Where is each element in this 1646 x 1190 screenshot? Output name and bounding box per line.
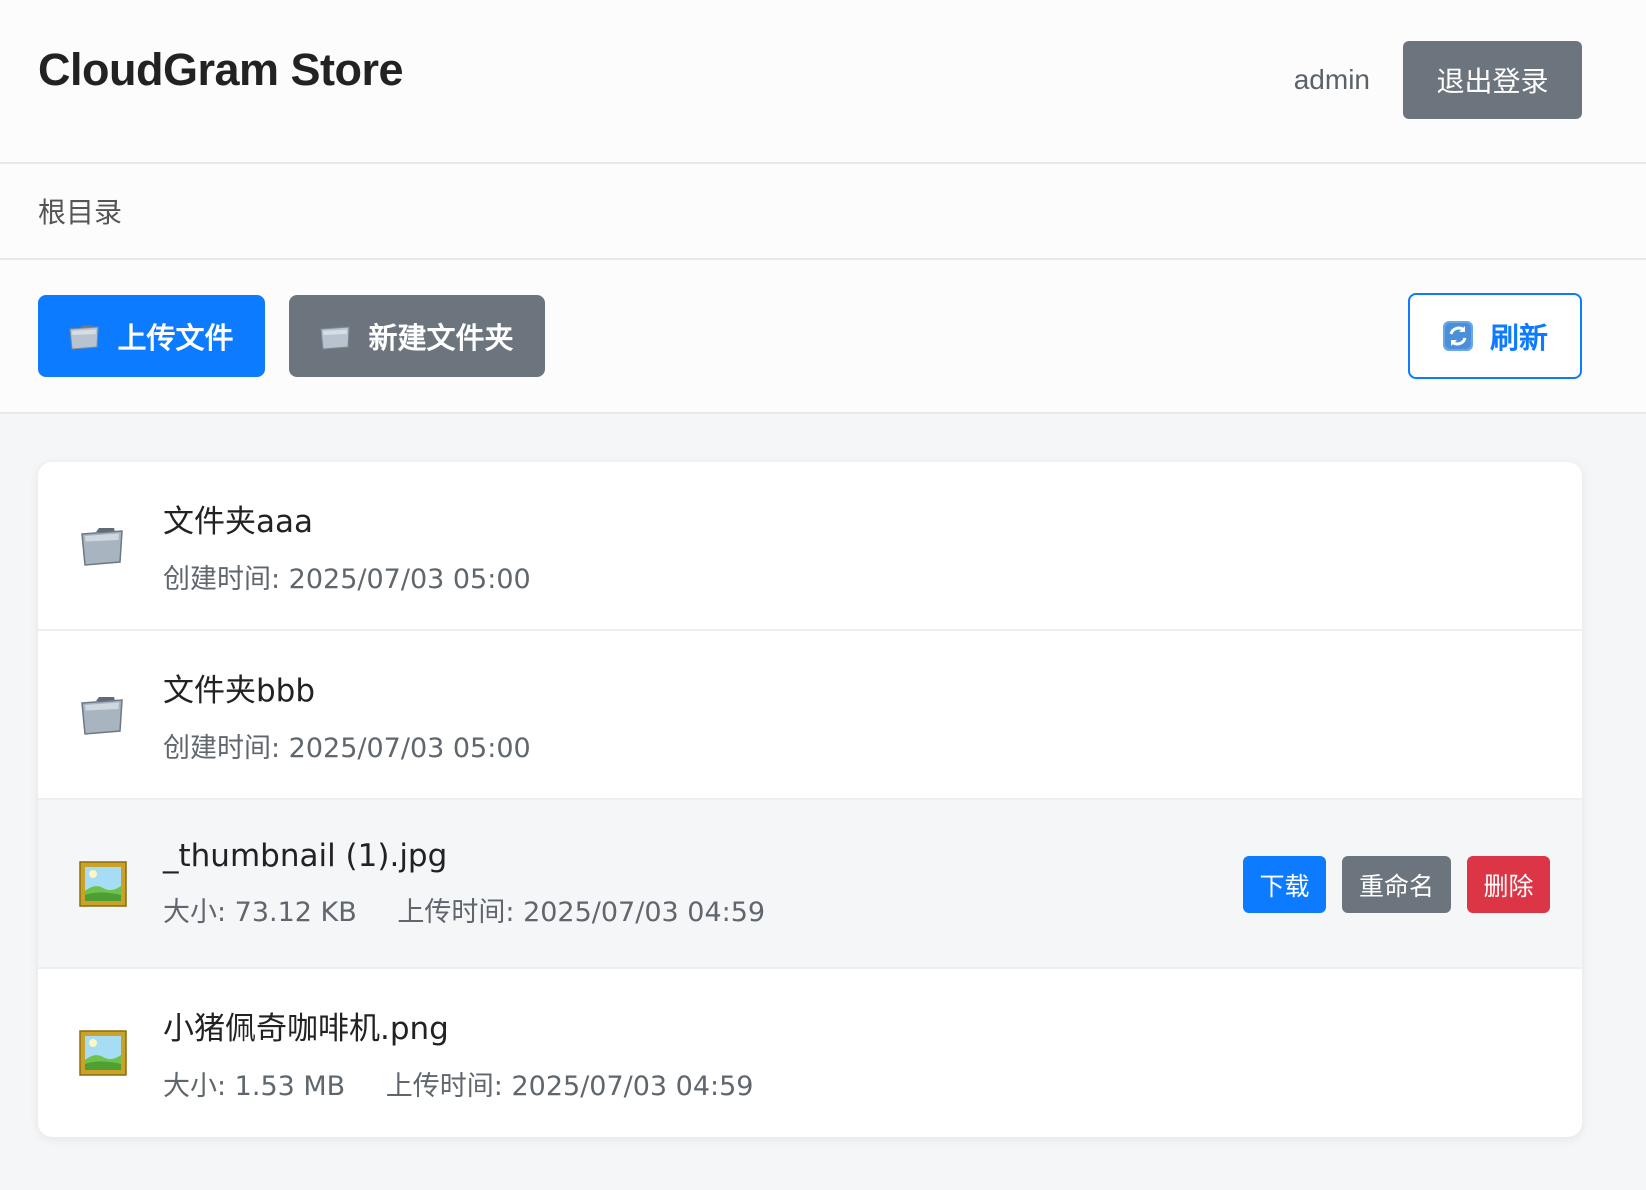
breadcrumb-bar: 根目录 — [0, 164, 1646, 260]
upload-button[interactable]: 上传文件 — [38, 295, 265, 377]
list-item-folder[interactable]: 文件夹aaa 创建时间: 2025/07/03 05:00 — [38, 462, 1582, 631]
image-icon — [78, 1028, 128, 1078]
logout-button[interactable]: 退出登录 — [1403, 41, 1582, 119]
folder-icon — [78, 521, 128, 571]
new-folder-label: 新建文件夹 — [368, 321, 514, 355]
item-meta: 大小: 1.53 MB 上传时间: 2025/07/03 04:59 — [163, 1064, 754, 1103]
download-button[interactable]: 下载 — [1243, 856, 1326, 913]
item-name[interactable]: 文件夹bbb — [163, 665, 531, 710]
list-item-folder[interactable]: 文件夹bbb 创建时间: 2025/07/03 05:00 — [38, 631, 1582, 800]
item-meta: 创建时间: 2025/07/03 05:00 — [163, 726, 531, 765]
created-time: 创建时间: 2025/07/03 05:00 — [163, 563, 531, 595]
image-icon — [78, 859, 128, 909]
upload-label: 上传文件 — [117, 321, 234, 355]
breadcrumb[interactable]: 根目录 — [38, 191, 122, 231]
item-meta: 创建时间: 2025/07/03 05:00 — [163, 557, 531, 596]
upload-time: 上传时间: 2025/07/03 04:59 — [397, 897, 766, 928]
folder-icon — [320, 322, 352, 350]
app-header: CloudGram Store admin 退出登录 — [0, 0, 1646, 164]
toolbar: 上传文件 新建文件夹 刷新 — [0, 260, 1646, 414]
rename-button[interactable]: 重命名 — [1342, 856, 1451, 913]
row-actions: 下载 重命名 删除 — [1243, 856, 1550, 913]
file-size: 大小: 1.53 MB — [163, 1071, 346, 1102]
item-name[interactable]: _thumbnail (1).jpg — [163, 838, 765, 874]
file-list: 文件夹aaa 创建时间: 2025/07/03 05:00 文件夹bbb 创建时… — [38, 462, 1582, 1137]
refresh-button[interactable]: 刷新 — [1408, 293, 1582, 379]
refresh-icon — [1442, 320, 1474, 352]
folder-icon — [69, 322, 101, 350]
item-name[interactable]: 文件夹aaa — [163, 496, 531, 541]
new-folder-button[interactable]: 新建文件夹 — [289, 295, 545, 377]
created-time: 创建时间: 2025/07/03 05:00 — [163, 732, 531, 764]
item-name[interactable]: 小猪佩奇咖啡机.png — [163, 1003, 754, 1048]
app-title: CloudGram Store — [38, 44, 404, 95]
refresh-label: 刷新 — [1489, 321, 1548, 355]
delete-button[interactable]: 删除 — [1467, 856, 1550, 913]
item-meta: 大小: 73.12 KB 上传时间: 2025/07/03 04:59 — [163, 890, 765, 929]
user-area: admin 退出登录 — [1294, 41, 1582, 119]
file-list-container: 文件夹aaa 创建时间: 2025/07/03 05:00 文件夹bbb 创建时… — [0, 414, 1646, 1137]
list-item-file[interactable]: 小猪佩奇咖啡机.png 大小: 1.53 MB 上传时间: 2025/07/03… — [38, 969, 1582, 1137]
folder-icon — [78, 690, 128, 740]
upload-time: 上传时间: 2025/07/03 04:59 — [385, 1071, 754, 1102]
username: admin — [1293, 64, 1370, 95]
list-item-file[interactable]: _thumbnail (1).jpg 大小: 73.12 KB 上传时间: 20… — [38, 800, 1582, 969]
file-size: 大小: 73.12 KB — [163, 897, 357, 928]
